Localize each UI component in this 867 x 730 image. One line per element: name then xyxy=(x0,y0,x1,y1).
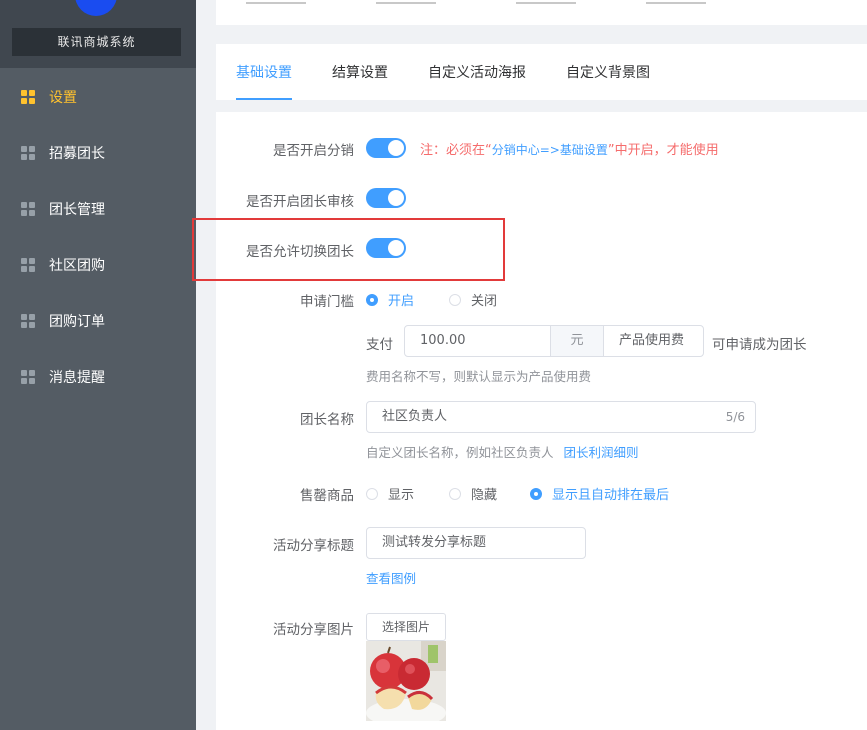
tab-custom-poster[interactable]: 自定义活动海报 xyxy=(428,44,526,100)
tab-basic-settings[interactable]: 基础设置 xyxy=(236,44,292,100)
leader-name-value: 社区负责人 xyxy=(382,409,448,424)
radio-label: 隐藏 xyxy=(471,488,498,503)
currency-unit: 元 xyxy=(550,326,604,356)
radio-dot xyxy=(366,293,378,306)
pay-label: 支付 xyxy=(366,337,393,353)
sold-out-radio-hide[interactable]: 隐藏 xyxy=(449,484,497,503)
fee-name-hint: 费用名称不写，则默认显示为产品使用费 xyxy=(366,369,592,384)
sidebar-item-label: 设置 xyxy=(49,90,77,106)
grid-icon xyxy=(21,90,35,104)
top-nav-cropped xyxy=(216,0,867,25)
store-logo xyxy=(75,0,117,16)
share-image-label: 活动分享图片 xyxy=(273,622,354,638)
cropped-tab xyxy=(376,0,436,4)
sidebar-header: 联讯商城系统 xyxy=(0,0,196,68)
radio-label: 显示 xyxy=(388,488,415,503)
highlight-annotation-box xyxy=(192,218,505,281)
grid-icon xyxy=(21,202,35,216)
sidebar-item-label: 招募团长 xyxy=(49,146,105,162)
leader-name-label: 团长名称 xyxy=(300,412,354,428)
active-tab-indicator xyxy=(236,98,292,100)
threshold-radio-off[interactable]: 关闭 xyxy=(449,290,497,309)
cropped-tab xyxy=(516,0,576,4)
sidebar-item-notifications[interactable]: 消息提醒 xyxy=(0,349,196,405)
grid-icon xyxy=(21,314,35,328)
tab-custom-background[interactable]: 自定义背景图 xyxy=(566,44,650,100)
store-name: 联讯商城系统 xyxy=(12,28,181,56)
note-prefix: 注：必须在“ xyxy=(420,143,492,158)
cropped-tab xyxy=(646,0,706,4)
sidebar-item-label: 团购订单 xyxy=(49,314,105,330)
threshold-amount-group: 100.00 元 产品使用费 xyxy=(404,325,704,357)
radio-label: 关闭 xyxy=(471,294,498,309)
distribution-note: 注：必须在“分销中心=>基础设置”中开启，才能使用 xyxy=(420,139,719,158)
enable-leader-review-switch[interactable] xyxy=(366,188,406,208)
sidebar-item-label: 消息提醒 xyxy=(49,370,105,386)
enable-distribution-label: 是否开启分销 xyxy=(273,143,354,159)
fee-name-input[interactable]: 产品使用费 xyxy=(619,326,684,356)
sold-out-radio-show[interactable]: 显示 xyxy=(366,484,414,503)
enable-leader-review-label: 是否开启团长审核 xyxy=(246,194,354,210)
sidebar-item-label: 社区团购 xyxy=(49,258,105,274)
char-counter: 5/6 xyxy=(725,410,745,424)
share-image-preview[interactable] xyxy=(366,641,446,721)
share-title-input[interactable]: 测试转发分享标题 xyxy=(366,527,586,559)
threshold-amount-input[interactable]: 100.00 xyxy=(420,326,466,356)
cropped-tab xyxy=(246,0,306,4)
select-image-button[interactable]: 选择图片 xyxy=(366,613,446,641)
sold-out-radio-show-last[interactable]: 显示且自动排在最后 xyxy=(530,484,669,503)
grid-icon xyxy=(21,370,35,384)
sidebar-item-label: 团长管理 xyxy=(49,202,105,218)
apply-threshold-label: 申请门槛 xyxy=(300,294,354,310)
tab-settlement-settings[interactable]: 结算设置 xyxy=(332,44,388,100)
radio-label: 显示且自动排在最后 xyxy=(552,488,670,503)
switch-knob xyxy=(388,140,404,156)
hint-text: 自定义团长名称，例如社区负责人 xyxy=(366,445,554,460)
radio-dot xyxy=(449,487,461,500)
radio-label: 开启 xyxy=(388,294,415,309)
settings-tabs: 基础设置 结算设置 自定义活动海报 自定义背景图 xyxy=(216,44,867,100)
sidebar-item-settings[interactable]: 设置 xyxy=(0,69,196,125)
leader-profit-rules-link[interactable]: 团长利润细则 xyxy=(564,445,639,460)
grid-icon xyxy=(21,146,35,160)
apple-photo xyxy=(366,641,446,721)
radio-dot xyxy=(530,487,542,500)
leader-name-hint: 自定义团长名称，例如社区负责人 团长利润细则 xyxy=(366,442,639,461)
enable-distribution-switch[interactable] xyxy=(366,138,406,158)
radio-dot xyxy=(449,293,461,306)
note-suffix: ”中开启，才能使用 xyxy=(607,143,719,158)
sold-out-label: 售罄商品 xyxy=(300,488,354,504)
become-leader-text: 可申请成为团长 xyxy=(712,337,807,353)
view-example-link[interactable]: 查看图例 xyxy=(366,568,416,587)
radio-dot xyxy=(366,487,378,500)
share-title-label: 活动分享标题 xyxy=(273,538,354,554)
leader-name-input[interactable]: 社区负责人 5/6 xyxy=(366,401,756,433)
threshold-radio-on[interactable]: 开启 xyxy=(366,290,414,309)
note-link: 分销中心=>基础设置 xyxy=(491,143,608,157)
switch-knob xyxy=(388,190,404,206)
grid-icon xyxy=(21,258,35,272)
